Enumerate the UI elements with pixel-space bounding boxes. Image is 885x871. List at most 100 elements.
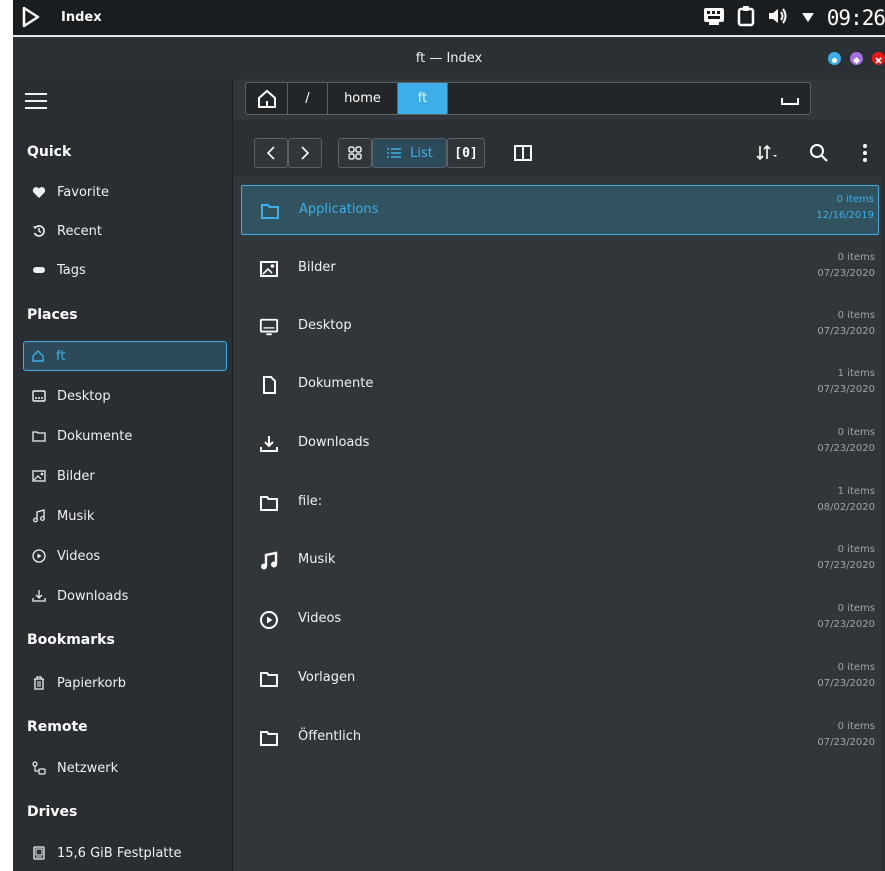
sidebar-item-videos[interactable]: Videos [25, 541, 235, 571]
sidebar-item-tags[interactable]: Tags [25, 255, 235, 285]
network-icon[interactable] [801, 9, 815, 28]
sidebar-item-bilder[interactable]: Bilder [25, 461, 235, 491]
heart-icon [31, 184, 47, 200]
menu-icon[interactable] [25, 93, 47, 111]
close-button[interactable] [872, 52, 885, 65]
breadcrumb-empty-area[interactable] [448, 83, 810, 114]
item-count: 1 items [837, 368, 875, 379]
folder-icon [259, 728, 279, 748]
monitor-icon [259, 317, 279, 337]
file-name: Vorlagen [298, 670, 356, 685]
sort-button[interactable] [751, 138, 783, 168]
desktop-icon [31, 388, 47, 404]
folder-icon [259, 493, 279, 513]
sidebar-item-netzwerk[interactable]: Netzwerk [25, 753, 235, 783]
item-count: 0 items [837, 310, 875, 321]
file-name: Bilder [298, 260, 336, 275]
file-name: Musik [298, 552, 336, 567]
image-icon [31, 468, 47, 484]
sidebar-item-label: 15,6 GiB Festplatte [57, 845, 182, 861]
sidebar-item-label: Downloads [57, 588, 129, 604]
section-drives: Drives [27, 804, 78, 820]
sidebar-item-festplatte[interactable]: 15,6 GiB Festplatte [25, 838, 235, 868]
file-name: Desktop [298, 318, 352, 333]
section-quick: Quick [27, 144, 72, 160]
more-menu-button[interactable] [855, 138, 875, 168]
list-item[interactable]: file: 1 items 08/02/2020 [241, 478, 879, 528]
clipboard-icon[interactable] [737, 5, 755, 31]
sidebar-item-papierkorb[interactable]: Papierkorb [25, 668, 235, 698]
home-icon [30, 348, 46, 364]
scrollbar[interactable] [881, 176, 885, 871]
forward-button[interactable] [288, 138, 322, 168]
sidebar-item-favorite[interactable]: Favorite [25, 177, 235, 207]
breadcrumb-home-folder[interactable]: home [328, 83, 398, 114]
modified-date: 12/16/2019 [816, 210, 874, 221]
list-item[interactable]: Dokumente 1 items 07/23/2020 [241, 360, 879, 410]
active-app-name: Index [61, 10, 102, 25]
miller-view-button[interactable]: [0] [447, 138, 485, 168]
list-item[interactable]: Vorlagen 0 items 07/23/2020 [241, 654, 879, 704]
window-titlebar[interactable]: ft — Index [13, 39, 885, 79]
breadcrumb-root[interactable]: / [288, 83, 328, 114]
sidebar-item-label: Videos [57, 548, 101, 564]
list-item[interactable]: Desktop 0 items 07/23/2020 [241, 302, 879, 352]
modified-date: 07/23/2020 [817, 619, 875, 630]
list-item[interactable]: Downloads 0 items 07/23/2020 [241, 419, 879, 469]
sidebar-item-dokumente[interactable]: Dokumente [25, 421, 235, 451]
list-item[interactable]: Öffentlich 0 items 07/23/2020 [241, 713, 879, 763]
clock[interactable]: 09:26 [827, 6, 885, 30]
item-count: 0 items [837, 544, 875, 555]
split-view-icon [514, 145, 532, 161]
grid-view-button[interactable] [338, 138, 372, 168]
item-count: 1 items [837, 486, 875, 497]
list-item[interactable]: Musik 0 items 07/23/2020 [241, 536, 879, 586]
music-icon [31, 508, 47, 524]
volume-icon[interactable] [767, 6, 789, 30]
file-name: Applications [299, 202, 379, 217]
item-count: 0 items [837, 252, 875, 263]
sidebar-item-label: Papierkorb [57, 675, 127, 691]
file-name: Öffentlich [298, 729, 362, 744]
drive-icon [31, 845, 47, 861]
minimize-button[interactable] [828, 52, 841, 65]
network-icon [31, 760, 47, 776]
list-item[interactable]: Applications 0 items 12/16/2019 [241, 185, 879, 235]
breadcrumb-home[interactable] [246, 83, 288, 114]
list-item[interactable]: Bilder 0 items 07/23/2020 [241, 244, 879, 294]
launcher-icon[interactable] [21, 6, 41, 28]
modified-date: 07/23/2020 [817, 560, 875, 571]
sidebar-item-desktop[interactable]: Desktop [25, 381, 235, 411]
list-icon [387, 148, 402, 158]
maximize-button[interactable] [850, 52, 863, 65]
home-icon [257, 89, 276, 108]
modified-date: 07/23/2020 [817, 737, 875, 748]
file-list: Applications 0 items 12/16/2019 Bilder 0… [233, 176, 885, 871]
back-button[interactable] [254, 138, 288, 168]
sidebar-item-label: Tags [57, 262, 86, 278]
list-view-button[interactable]: List [372, 138, 447, 168]
list-item[interactable]: Videos 0 items 07/23/2020 [241, 595, 879, 645]
sidebar-item-recent[interactable]: Recent [25, 216, 235, 246]
sidebar-item-label: Recent [57, 223, 102, 239]
image-icon [259, 259, 279, 279]
edit-path-icon[interactable] [780, 92, 800, 106]
sidebar-item-ft[interactable]: ft [23, 341, 227, 371]
trash-icon [31, 675, 47, 691]
search-button[interactable] [805, 138, 833, 168]
play-icon [259, 610, 279, 630]
breadcrumb-ft[interactable]: ft [398, 83, 448, 114]
modified-date: 07/23/2020 [817, 443, 875, 454]
sidebar-item-musik[interactable]: Musik [25, 501, 235, 531]
modified-date: 07/23/2020 [817, 326, 875, 337]
download-icon [259, 434, 279, 454]
split-view-button[interactable] [509, 138, 537, 168]
search-icon [810, 144, 828, 162]
sidebar-item-downloads[interactable]: Downloads [25, 581, 235, 611]
tag-icon [31, 262, 47, 278]
download-icon [31, 588, 47, 604]
keyboard-icon[interactable] [703, 6, 725, 30]
modified-date: 07/23/2020 [817, 268, 875, 279]
list-view-label: List [410, 145, 433, 161]
breadcrumb: / home ft [245, 82, 811, 115]
